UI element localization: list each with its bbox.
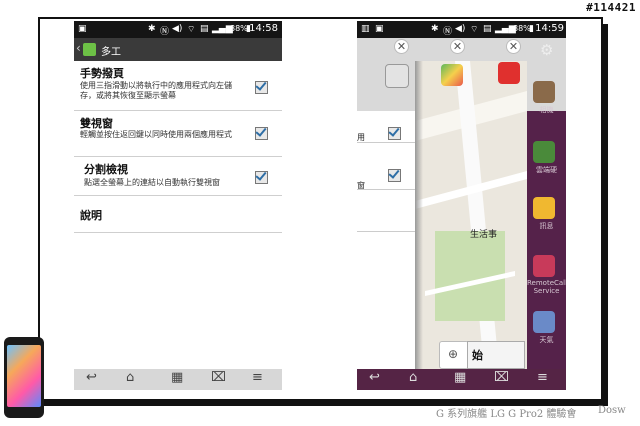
setting-desc: 使用三指滑動以將執行中的應用程式向左儲存，或將其恢復至顯示螢幕: [80, 81, 232, 100]
image-icon: ▣: [78, 24, 87, 34]
remotecall-icon[interactable]: [533, 255, 555, 277]
status-bar: ▣ ✱ Ⓝ ◀) ⌔ ▤ ▂▄▆ 88% ▮ 14:58: [74, 21, 282, 38]
setting-title: 手勢撥頁: [80, 67, 124, 80]
back-icon[interactable]: ↩: [369, 370, 380, 385]
dual-window-icon[interactable]: ▦: [171, 370, 183, 385]
page-title: 多工: [101, 47, 121, 58]
setting-title: 分割檢視: [84, 163, 128, 176]
clock: 14:58: [249, 23, 278, 34]
wifi-icon: ⌔: [187, 25, 196, 35]
messages-icon[interactable]: [533, 197, 555, 219]
nfc-icon: Ⓝ: [160, 27, 170, 37]
event-caption: G 系列旗艦 LG G Pro2 體驗會: [436, 409, 577, 420]
product-phone-screen: [7, 345, 41, 407]
locate-icon: ⊕: [448, 347, 459, 361]
peek-checkbox[interactable]: [388, 127, 401, 140]
setting-desc: 點選全螢幕上的連結以自動執行雙視窗: [84, 178, 220, 187]
status-bar: ▥ ▣ ✱ Ⓝ ◀) ⌔ ▤ ▂▄▆ 88% ▮ 14:59: [357, 21, 566, 38]
bluetooth-icon: ✱: [431, 24, 439, 34]
start-label: 始: [472, 349, 483, 362]
menu-icon[interactable]: ≡: [537, 370, 548, 385]
right-phone-screen: ▥ ▣ ✱ Ⓝ ◀) ⌔ ▤ ▂▄▆ 88% ▮ 14:59 ⚙ 用 窗 生活事: [357, 21, 566, 390]
bluetooth-icon: ✱: [148, 24, 156, 34]
setting-title: 雙視窗: [80, 117, 113, 130]
card-shadow: [415, 61, 423, 379]
cloud-drive-icon[interactable]: [533, 141, 555, 163]
nfc-icon: Ⓝ: [443, 27, 453, 37]
maps-app-card[interactable]: [415, 61, 527, 379]
navigation-bar: ↩ ⌂ ▦ ⌧ ≡: [74, 369, 282, 390]
dual-window-status-icon: ▥: [361, 24, 370, 34]
map-place-label: 生活事: [470, 230, 498, 240]
settings-gear-icon[interactable]: ⚙: [540, 41, 553, 59]
clock: 14:59: [535, 23, 564, 34]
author-credit: Dosw: [598, 405, 626, 416]
app-label: RemoteCall Service: [527, 279, 566, 295]
menu-icon[interactable]: ≡: [252, 370, 263, 385]
title-bar: ‹ 多工: [74, 38, 282, 61]
app-label: 相機: [539, 106, 554, 114]
navigation-bar: ↩ ⌂ ▦ ⌧ ≡: [357, 369, 566, 390]
setting-desc: 輕觸並按住返回鍵以同時使用兩個應用程式: [80, 130, 232, 139]
settings-peek: 用 窗: [357, 111, 415, 369]
quickmemo-icon[interactable]: ⌧: [211, 370, 226, 385]
start-button[interactable]: 始: [467, 341, 525, 369]
quickmemo-icon[interactable]: ⌧: [494, 370, 509, 385]
image-icon: ▣: [375, 24, 384, 34]
back-arrow-icon[interactable]: ‹: [76, 41, 81, 55]
peek-text: 用: [357, 133, 365, 142]
dual-window-checkbox[interactable]: [255, 127, 268, 140]
sim-icon: ▤: [483, 24, 492, 34]
close-icon[interactable]: ✕: [394, 39, 409, 54]
split-view-checkbox[interactable]: [255, 171, 268, 184]
app-label: 訊息: [539, 222, 554, 230]
sim-icon: ▤: [200, 24, 209, 34]
dual-window-icon[interactable]: ▦: [454, 370, 466, 385]
post-id: #114421: [586, 1, 636, 14]
volume-icon: ◀): [172, 24, 183, 34]
peek-text: 窗: [357, 181, 365, 190]
camera-icon[interactable]: [533, 81, 555, 103]
settings-app-thumb-icon[interactable]: [385, 64, 409, 88]
home-icon[interactable]: ⌂: [126, 370, 134, 385]
setting-row-help[interactable]: 說明: [74, 196, 282, 233]
setting-row-dual-window[interactable]: 雙視窗 輕觸並按住返回鍵以同時使用兩個應用程式: [74, 111, 282, 157]
product-phone-image: [4, 337, 44, 418]
setting-row-split-view[interactable]: 分割檢視 點選全螢幕上的連結以自動執行雙視窗: [74, 157, 282, 196]
home-icon[interactable]: ⌂: [409, 370, 417, 385]
locate-button[interactable]: ⊕: [439, 341, 469, 369]
wifi-icon: ⌔: [470, 25, 479, 35]
app-label: 雲端硬: [536, 166, 557, 174]
close-icon[interactable]: ✕: [506, 39, 521, 54]
volume-icon: ◀): [455, 24, 466, 34]
battery-icon: ▮: [529, 24, 534, 34]
weather-icon[interactable]: [533, 311, 555, 333]
map-drawing: [415, 61, 527, 379]
maps-app-thumb-icon[interactable]: [441, 64, 463, 86]
setting-title: 說明: [80, 209, 102, 222]
close-icon[interactable]: ✕: [450, 39, 465, 54]
setting-row-gesture[interactable]: 手勢撥頁 使用三指滑動以將執行中的應用程式向左儲存，或將其恢復至顯示螢幕: [74, 61, 282, 111]
gesture-checkbox[interactable]: [255, 81, 268, 94]
app-label: 天氣: [539, 336, 554, 344]
back-icon[interactable]: ↩: [86, 370, 97, 385]
left-phone-screen: ▣ ✱ Ⓝ ◀) ⌔ ▤ ▂▄▆ 88% ▮ 14:58 ‹ 多工 手勢撥頁 使…: [74, 21, 282, 390]
multitask-app-icon: [83, 43, 96, 56]
peek-checkbox[interactable]: [388, 169, 401, 182]
video-app-thumb-icon[interactable]: [498, 62, 520, 84]
